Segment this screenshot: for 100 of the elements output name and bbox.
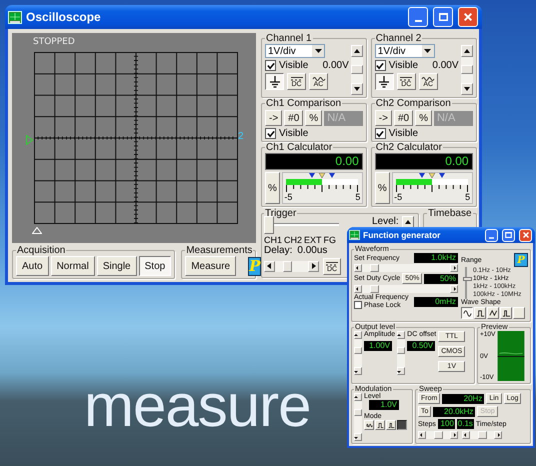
- wave-icon: [421, 76, 436, 80]
- comparison-button[interactable]: ->: [265, 110, 282, 126]
- source-option[interactable]: CH2: [284, 235, 302, 245]
- close-icon: [522, 232, 528, 238]
- wave-icon: [312, 76, 326, 80]
- checkbox[interactable]: [374, 128, 386, 139]
- measure-button[interactable]: Measure: [185, 256, 236, 276]
- group-label: Trigger: [264, 208, 298, 219]
- offset-value: 0.00V: [322, 60, 349, 71]
- window-title: Function generator: [363, 230, 440, 240]
- slider-thumb[interactable]: [463, 277, 472, 281]
- readout: 1.00V: [364, 341, 392, 351]
- coupling-button[interactable]: [265, 73, 284, 90]
- channel-marker: 2: [238, 131, 244, 142]
- minimize-button[interactable]: [485, 228, 498, 242]
- marker-icon: [26, 135, 33, 145]
- minimize-icon: [414, 20, 422, 22]
- readout: 20Hz: [442, 394, 484, 404]
- up-arrow-icon: [404, 220, 411, 224]
- comparison-button[interactable]: %: [415, 110, 432, 126]
- source-option[interactable]: CH1: [264, 235, 282, 245]
- comparison-button[interactable]: ->: [374, 110, 392, 126]
- comparison-button[interactable]: #0: [394, 110, 414, 126]
- comparison-button[interactable]: #0: [284, 110, 304, 126]
- delay-label: Delay:: [264, 245, 292, 256]
- scale-dropdown[interactable]: 1V/div: [374, 44, 435, 58]
- scrollbar[interactable]: [354, 285, 458, 293]
- level-label: Level:: [372, 216, 399, 227]
- readout: 0.50V: [407, 341, 436, 351]
- mode-button[interactable]: Stop: [138, 256, 172, 276]
- scale-label: -5: [394, 193, 402, 202]
- scale-dropdown[interactable]: 1V/div: [265, 44, 325, 58]
- mode-button[interactable]: [397, 420, 407, 430]
- checkbox[interactable]: [265, 60, 276, 71]
- app-icon: [8, 10, 22, 24]
- coupling-button[interactable]: [374, 73, 394, 90]
- sine-wave-icon: [462, 308, 472, 318]
- group-label: Acquisition: [16, 245, 66, 256]
- checkbox[interactable]: [374, 60, 386, 71]
- checkbox[interactable]: [265, 128, 276, 139]
- maximize-button[interactable]: [502, 228, 515, 242]
- checkbox-label: Visible: [388, 60, 418, 71]
- group-label: Ch1 Comparison: [265, 98, 342, 109]
- line-icon: [290, 76, 304, 80]
- scrollbar[interactable]: [460, 45, 473, 95]
- ground-icon: [268, 74, 280, 88]
- checkbox[interactable]: [354, 301, 362, 309]
- spin-button[interactable]: [402, 216, 414, 228]
- percent-button[interactable]: %: [374, 172, 390, 204]
- preview-plot: [496, 331, 526, 381]
- maximize-button[interactable]: [433, 7, 453, 27]
- close-button[interactable]: [519, 228, 532, 242]
- close-button[interactable]: [458, 7, 478, 27]
- mode-button[interactable]: Single: [96, 256, 137, 276]
- square-wave-icon: [376, 422, 384, 428]
- scrollbar[interactable]: [418, 431, 458, 439]
- source-option[interactable]: EXT: [304, 235, 322, 245]
- scrollbar[interactable]: [354, 264, 458, 272]
- readout: 0.00: [374, 153, 473, 170]
- pulse-wave-icon: [502, 308, 510, 318]
- readout: 0.1s: [456, 419, 474, 429]
- minimize-button[interactable]: [408, 7, 428, 27]
- line-icon: [325, 260, 339, 266]
- readout: 0.00: [265, 153, 363, 170]
- caret-icon: [314, 49, 322, 53]
- group-label: Ch2 Calculator: [374, 142, 443, 153]
- scrollbar[interactable]: [264, 261, 319, 272]
- checkbox-label: Visible: [388, 128, 418, 139]
- square-wave-icon: [476, 308, 484, 318]
- minimize-icon: [489, 236, 494, 238]
- group-label: Ch1 Calculator: [265, 142, 334, 153]
- readout: 1.0kHz: [414, 253, 458, 263]
- scale-label: 5: [355, 193, 360, 202]
- wallpaper-text: measure: [84, 376, 310, 436]
- marker-icon: [309, 173, 336, 179]
- offset-value: 0.00V: [432, 60, 459, 71]
- group-label: Channel 1: [265, 33, 313, 44]
- scrollbar[interactable]: [350, 45, 363, 95]
- comparison-button[interactable]: %: [305, 110, 322, 126]
- readout: 1.0V: [369, 400, 399, 410]
- group-label: Timebase: [427, 208, 473, 219]
- maximize-icon: [505, 232, 512, 238]
- source-option[interactable]: FG: [324, 235, 336, 245]
- scrollbar[interactable]: [397, 331, 406, 375]
- wave-shape-button[interactable]: [461, 307, 473, 319]
- window-title: Oscilloscope: [26, 10, 101, 24]
- scale-label: -5: [284, 193, 292, 202]
- logo: P: [514, 253, 528, 267]
- close-icon: [464, 13, 472, 21]
- percent-button[interactable]: %: [265, 172, 280, 204]
- scrollbar[interactable]: [462, 431, 502, 439]
- scrollbar[interactable]: [354, 331, 362, 375]
- marker-icon: [419, 173, 446, 179]
- maximize-icon: [438, 13, 448, 21]
- checkbox-label: Visible: [279, 60, 308, 71]
- readout: 0mHz: [414, 296, 458, 306]
- readout: 50%: [424, 274, 458, 284]
- mode-button[interactable]: Normal: [50, 256, 95, 276]
- scrollbar[interactable]: [354, 393, 362, 441]
- mode-button[interactable]: Auto: [16, 256, 49, 276]
